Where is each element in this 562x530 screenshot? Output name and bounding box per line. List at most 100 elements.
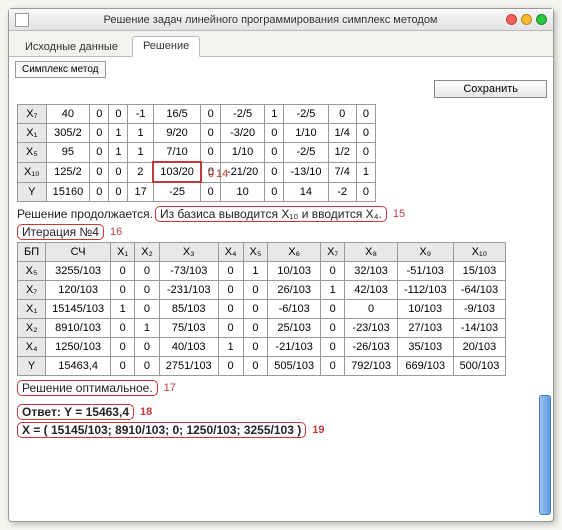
cell: 0 (111, 319, 135, 338)
annotation-14: 14 (216, 168, 228, 180)
annotation-17: 17 (164, 382, 176, 394)
cell: 42/103 (345, 281, 398, 300)
cell: 0 (90, 105, 109, 124)
table-row: X₁₀125/2002103/200-21/200-13/107/41 (18, 162, 376, 182)
annotation-16: 16 (110, 226, 122, 238)
cell: 0 (321, 300, 345, 319)
cell: -51/103 (397, 262, 453, 281)
cell: 0 (90, 182, 109, 202)
cell: 0 (243, 357, 268, 376)
cell: 0 (90, 162, 109, 182)
cell: 35/103 (397, 338, 453, 357)
cell: 0 (201, 143, 221, 163)
cell: 0 (218, 262, 243, 281)
window-controls (506, 14, 547, 25)
cell: 0 (218, 300, 243, 319)
tab-solution[interactable]: Решение (132, 36, 200, 57)
cell: 0 (328, 105, 356, 124)
cell: -9/103 (453, 300, 506, 319)
cell: 17 (128, 182, 153, 202)
cell: 0 (111, 281, 135, 300)
cell: 7/10 (153, 143, 201, 163)
cell: 125/2 (46, 162, 90, 182)
table-row: X₂8910/1030175/1030025/1030-23/10327/103… (18, 319, 506, 338)
vertical-scrollbar[interactable] (539, 395, 551, 515)
app-window: Решение задач линейного программирования… (8, 8, 554, 522)
continuation-line: Решение продолжается. Из базиса выводитс… (17, 206, 545, 222)
cell: 32/103 (345, 262, 398, 281)
basis-var: X₇ (18, 281, 46, 300)
cell: 0 (356, 124, 375, 143)
continuation-text: Решение продолжается. (17, 207, 153, 221)
table-row: X₅3255/10300-73/1030110/103032/103-51/10… (18, 262, 506, 281)
cell: 85/103 (159, 300, 218, 319)
annotation-15: 15 (393, 208, 405, 220)
cell: 0 (356, 182, 375, 202)
cell: 0 (356, 105, 375, 124)
close-icon[interactable] (506, 14, 517, 25)
cell: 1 (111, 300, 135, 319)
cell: 0 (218, 357, 243, 376)
table-row: X₁305/20119/200-3/2001/101/40 (18, 124, 376, 143)
cell: 0 (135, 338, 160, 357)
cell: 26/103 (268, 281, 321, 300)
cell: 0 (265, 182, 284, 202)
answer-y: Ответ: Y = 15463,4 (17, 404, 134, 420)
cell: -23/103 (345, 319, 398, 338)
column-header: X₅ (243, 243, 268, 262)
table-row: X₇120/10300-231/1030026/103142/103-112/1… (18, 281, 506, 300)
cell: 25/103 (268, 319, 321, 338)
cell: 0 (218, 319, 243, 338)
pivot-note: 0 (208, 168, 214, 180)
annotation-18: 18 (140, 406, 152, 418)
cell: -21/103 (268, 338, 321, 357)
table-header-row: БПСЧX₁X₂X₃X₄X₅X₆X₇X₈X₉X₁₀ (18, 243, 506, 262)
cell: 1 (109, 143, 128, 163)
iteration-line: Итерация №4 16 (17, 224, 545, 240)
table-row: X₄1250/1030040/10310-21/1030-26/10335/10… (18, 338, 506, 357)
cell: -2/5 (284, 143, 328, 163)
cell: -13/10 (284, 162, 328, 182)
cell: 505/103 (268, 357, 321, 376)
cell: 16/5 (153, 105, 201, 124)
save-button[interactable]: Сохранить (434, 80, 547, 98)
cell: 0 (243, 281, 268, 300)
zoom-icon[interactable] (536, 14, 547, 25)
basis-var: X₂ (18, 319, 46, 338)
column-header: X₆ (268, 243, 321, 262)
basis-var: X₇ (18, 105, 47, 124)
cell: 0 (321, 338, 345, 357)
minimize-icon[interactable] (521, 14, 532, 25)
column-header: X₁₀ (453, 243, 506, 262)
cell: 2 (128, 162, 153, 182)
cell: 2751/103 (159, 357, 218, 376)
column-header: X₂ (135, 243, 160, 262)
tab-source-data[interactable]: Исходные данные (15, 38, 128, 57)
cell: 669/103 (397, 357, 453, 376)
cell: 0 (356, 143, 375, 163)
cell: 14 (284, 182, 328, 202)
cell: 0 (201, 182, 221, 202)
cell: 120/103 (46, 281, 111, 300)
toolbar: Симплекс метод (9, 57, 553, 80)
cell: 1/4 (328, 124, 356, 143)
table-row: Y151600017-25010014-20 (18, 182, 376, 202)
answer-y-line: Ответ: Y = 15463,4 18 (17, 404, 545, 420)
basis-var: X₁₀ (18, 162, 47, 182)
column-header: X₃ (159, 243, 218, 262)
cell: 1 (128, 124, 153, 143)
cell: 0 (243, 338, 268, 357)
simplex-method-button[interactable]: Симплекс метод (15, 61, 106, 78)
basis-var: X₁ (18, 124, 47, 143)
cell: 20/103 (453, 338, 506, 357)
cell: 305/2 (46, 124, 90, 143)
cell: 0 (243, 319, 268, 338)
cell: 0 (218, 281, 243, 300)
cell: -26/103 (345, 338, 398, 357)
cell: 1 (265, 105, 284, 124)
cell: 0 (135, 281, 160, 300)
cell: 0 (265, 143, 284, 163)
cell: 1 (243, 262, 268, 281)
cell: 0 (111, 262, 135, 281)
basis-var: Y (18, 357, 46, 376)
